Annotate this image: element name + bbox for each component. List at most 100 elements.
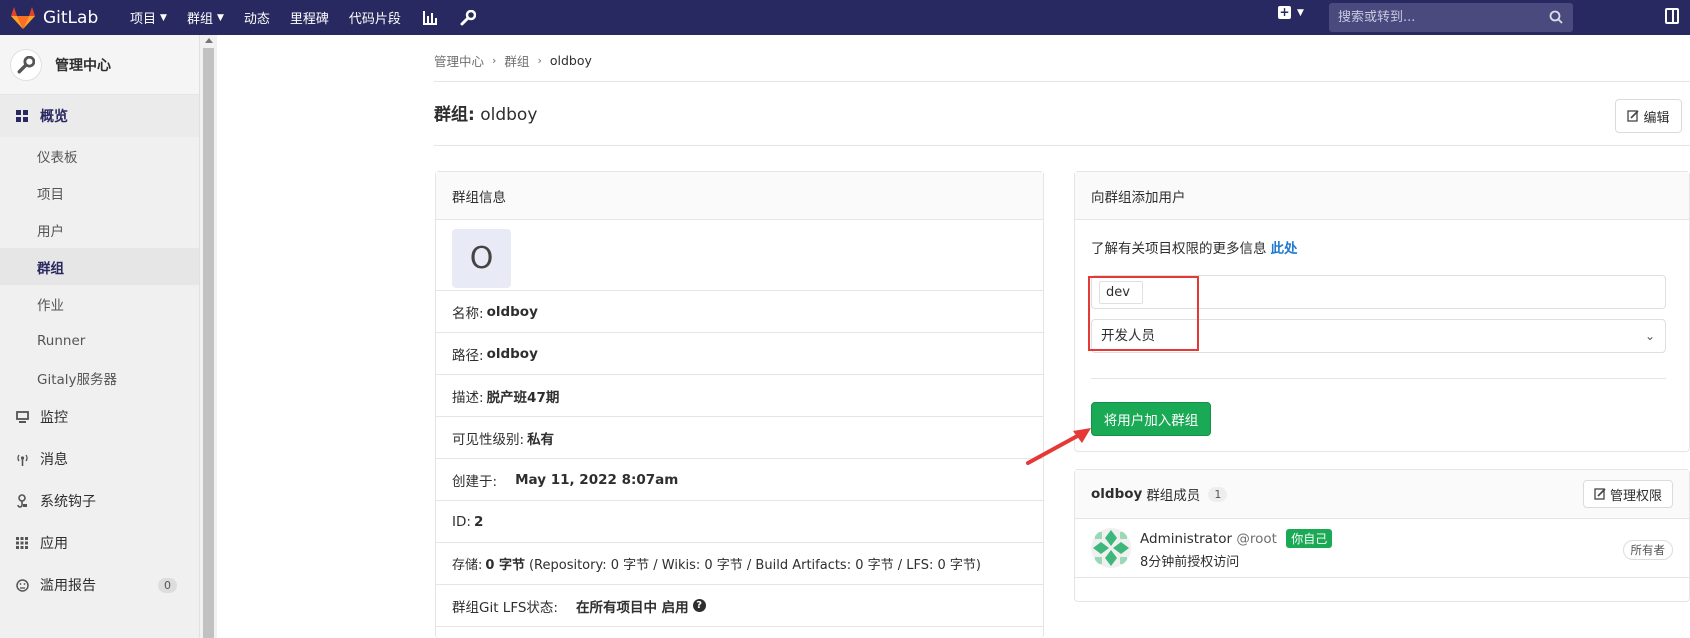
new-dropdown-button[interactable]: + ▼ [1278, 6, 1304, 19]
report-icon [14, 578, 30, 592]
chevron-right-icon: › [537, 54, 542, 67]
chevron-down-icon: ▼ [1297, 7, 1304, 18]
manage-access-button[interactable]: 管理权限 [1583, 480, 1673, 508]
group-info-card: 群组信息 O 名称: oldboy 路径: oldboy 描述: 脱产班47期 可见性… [435, 171, 1044, 638]
manage-access-label: 管理权限 [1609, 488, 1662, 504]
sidebar-item-applications[interactable]: 应用 [0, 522, 199, 564]
permissions-help: 了解有关项目权限的更多信息 此处 [1091, 237, 1673, 257]
sidebar-item-label: 作业 [37, 297, 64, 314]
info-row-created: 创建于: May 11, 2022 8:07am [436, 459, 1043, 501]
page-title-prefix: 群组: [434, 105, 475, 125]
info-value: 脱产班47期 [486, 389, 560, 406]
sidebar-item-users[interactable]: 用户 [0, 211, 199, 248]
sidebar-item-label: 概览 [40, 109, 68, 125]
info-value: 在所有项目中 启用 [575, 599, 689, 616]
plus-icon: + [1278, 5, 1291, 19]
nav-snippets[interactable]: 代码片段 [349, 8, 401, 27]
wrench-icon[interactable] [459, 9, 477, 27]
sidebar-item-system-hooks[interactable]: 系统钩子 [0, 480, 199, 522]
info-row-lfs: 群组Git LFS状态: 在所有项目中 启用 ? [436, 585, 1043, 627]
question-icon[interactable]: ? [692, 599, 706, 612]
breadcrumb: 管理中心 › 群组 › oldboy [434, 51, 592, 70]
nav-milestones[interactable]: 里程碑 [290, 8, 329, 27]
divider [1091, 378, 1666, 379]
page-title-name: oldboy [480, 105, 538, 125]
wrench-icon [10, 48, 42, 81]
chart-icon[interactable] [421, 9, 439, 27]
nav-projects[interactable]: 项目 ▼ [130, 8, 167, 27]
members-header: oldboy 群组成员 1 管理权限 [1075, 470, 1689, 519]
edit-button[interactable]: 编辑 [1615, 99, 1682, 133]
divider [434, 145, 1690, 146]
member-name[interactable]: Administrator @root 你自己 [1140, 529, 1333, 548]
group-avatar-row: O [436, 220, 1043, 291]
members-group-name: oldboy [1091, 486, 1143, 502]
sidebar-item-label: Runner [37, 332, 86, 349]
member-row: Administrator @root 你自己 8分钟前授权访问 所有者 [1075, 519, 1689, 578]
permissions-help-link[interactable]: 此处 [1271, 241, 1298, 257]
sidebar-item-overview[interactable]: 概览 [0, 95, 199, 137]
divider [434, 81, 1690, 82]
info-label: 路径: [452, 347, 484, 364]
sidebar-scroll-thumb[interactable] [203, 48, 214, 638]
group-members-card: oldboy 群组成员 1 管理权限 Administrator @root 你… [1074, 469, 1690, 602]
sidebar-item-dashboard[interactable]: 仪表板 [0, 137, 199, 174]
breadcrumb-current[interactable]: oldboy [550, 53, 592, 68]
role-badge: 所有者 [1622, 540, 1673, 560]
nav-groups[interactable]: 群组 ▼ [187, 8, 224, 27]
pencil-icon [1594, 488, 1606, 500]
info-row-description: 描述: 脱产班47期 [436, 375, 1043, 417]
sidebar-item-label: 滥用报告 [40, 578, 96, 594]
sidebar-item-groups[interactable]: 群组 [0, 248, 199, 285]
annotation-arrow-icon [1026, 428, 1091, 465]
nav-activity[interactable]: 动态 [244, 8, 270, 27]
sidebar-item-label: 仪表板 [37, 149, 78, 166]
sidebar-header[interactable]: 管理中心 [0, 35, 199, 95]
search-box[interactable] [1329, 3, 1573, 32]
nav-snippets-label: 代码片段 [348, 12, 401, 27]
breadcrumb-groups[interactable]: 群组 [504, 51, 529, 70]
sidebar-toggle-icon[interactable] [1665, 8, 1679, 24]
scroll-up-arrow-icon[interactable] [205, 38, 213, 43]
search-icon [1549, 10, 1563, 28]
info-value: oldboy [486, 345, 538, 362]
info-row-visibility: 可见性级别: 私有 [436, 417, 1043, 459]
search-input[interactable] [1338, 10, 1538, 25]
group-info-header: 群组信息 [436, 172, 1043, 220]
info-label: 可见性级别: [452, 431, 525, 448]
add-users-to-group-button[interactable]: 将用户加入群组 [1091, 402, 1211, 436]
add-user-header: 向群组添加用户 [1075, 172, 1689, 220]
chevron-down-icon: ▼ [216, 12, 224, 23]
hook-icon [14, 494, 30, 508]
nav-activity-label: 动态 [243, 12, 270, 27]
sidebar-item-label: 项目 [37, 186, 64, 203]
avatar[interactable] [1091, 528, 1131, 568]
sidebar-item-messages[interactable]: 消息 [0, 438, 199, 480]
sidebar-item-abuse-reports[interactable]: 滥用报告 0 [0, 564, 199, 606]
abuse-count-badge: 0 [158, 577, 177, 593]
permissions-help-text: 了解有关项目权限的更多信息 [1091, 241, 1267, 257]
broadcast-icon [14, 453, 30, 466]
breadcrumb-admin[interactable]: 管理中心 [434, 51, 484, 70]
members-count-badge: 1 [1208, 486, 1228, 502]
sidebar-item-runner[interactable]: Runner [0, 322, 199, 359]
gitlab-logo[interactable]: GitLab [10, 6, 110, 30]
info-label: 描述: [452, 389, 484, 406]
admin-sidebar: 管理中心 概览 仪表板 项目 用户 群组 作业 Runner Gitaly服务器… [0, 35, 200, 638]
info-value: May 11, 2022 8:07am [515, 471, 679, 488]
info-value: 0 字节 [485, 558, 525, 573]
sidebar-item-jobs[interactable]: 作业 [0, 285, 199, 322]
overview-icon [14, 110, 30, 122]
sidebar-item-monitoring[interactable]: 监控 [0, 396, 199, 438]
sidebar-item-gitaly[interactable]: Gitaly服务器 [0, 359, 199, 396]
info-label: ID: [452, 513, 471, 530]
info-label: 群组Git LFS状态: [452, 599, 558, 616]
chevron-down-icon: ⌄ [1644, 329, 1655, 343]
sidebar-item-projects[interactable]: 项目 [0, 174, 199, 211]
edit-button-label: 编辑 [1643, 110, 1670, 126]
sidebar-item-label: 监控 [40, 410, 68, 426]
chevron-right-icon: › [492, 54, 497, 67]
members-header-label: 群组成员 [1146, 488, 1201, 504]
nav-projects-label: 项目 [130, 12, 157, 27]
apps-icon [14, 537, 30, 549]
